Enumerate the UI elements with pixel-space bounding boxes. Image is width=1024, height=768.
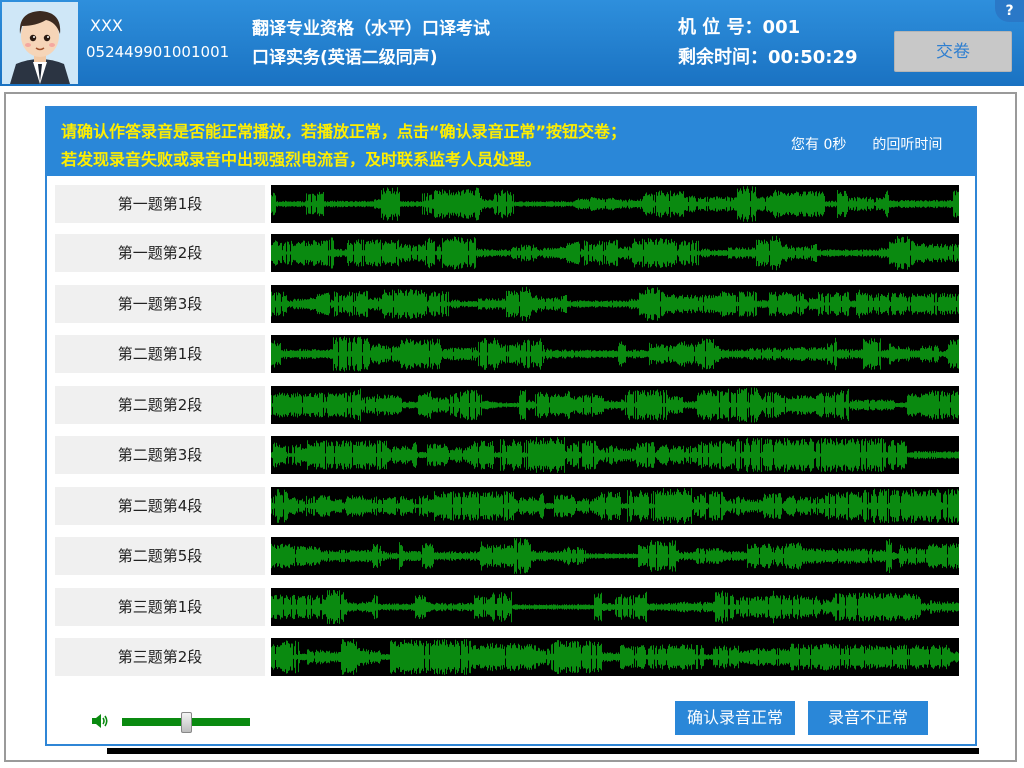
segment-label: 第三题第1段 [55,588,265,626]
segment-waveform[interactable] [271,386,959,424]
waveform-shape [271,639,959,675]
segment-label: 第二题第4段 [55,487,265,525]
notice-line-1: 请确认作答录音是否能正常播放，若播放正常，点击“确认录音正常”按钮交卷； [61,122,627,141]
header-bar: XXX 052449901001001 翻译专业资格（水平）口译考试 口译实务(… [0,0,1024,86]
segment-row: 第一题第2段 [55,234,959,272]
segment-label: 第一题第1段 [55,185,265,223]
segment-row: 第一题第1段 [55,185,959,223]
seat-value: 001 [762,17,801,38]
replay-time-info: 您有 0秒 的回听时间 [791,134,942,154]
recording-abnormal-button[interactable]: 录音不正常 [808,701,928,735]
waveform-shape [271,286,959,322]
confirm-recording-ok-button[interactable]: 确认录音正常 [675,701,795,735]
time-value: 00:50:29 [768,47,858,68]
waveform-shape [271,488,959,524]
replay-prefix: 您有 [791,137,819,153]
segment-waveform[interactable] [271,234,959,272]
notice-bar: 请确认作答录音是否能正常播放，若播放正常，点击“确认录音正常”按钮交卷； 若发现… [47,108,975,176]
waveform-shape [271,336,959,372]
segment-waveform[interactable] [271,335,959,373]
candidate-id: 052449901001001 [86,43,230,61]
segment-waveform[interactable] [271,436,959,474]
segment-label: 第一题第3段 [55,285,265,323]
segment-row: 第二题第3段 [55,436,959,474]
waveform-shape [271,538,959,574]
waveform-shape [271,235,959,271]
segment-waveform[interactable] [271,185,959,223]
help-button[interactable]: ? [995,0,1024,22]
app-window: XXX 052449901001001 翻译专业资格（水平）口译考试 口译实务(… [0,0,1024,768]
volume-slider-thumb[interactable] [180,712,192,733]
segment-label: 第二题第5段 [55,537,265,575]
segment-label: 第三题第2段 [55,638,265,676]
segment-label: 第二题第2段 [55,386,265,424]
bottom-scrollbar[interactable] [107,748,979,754]
segment-label: 第一题第2段 [55,234,265,272]
replay-value: 0秒 [823,137,847,153]
segment-row: 第一题第3段 [55,285,959,323]
segment-label: 第二题第3段 [55,436,265,474]
segment-row: 第二题第5段 [55,537,959,575]
segment-row: 第三题第2段 [55,638,959,676]
segment-row: 第二题第1段 [55,335,959,373]
waveform-shape [271,437,959,473]
waveform-shape [271,387,959,423]
segment-waveform[interactable] [271,487,959,525]
volume-icon[interactable] [90,712,110,730]
segment-row: 第三题第1段 [55,588,959,626]
exam-title: 翻译专业资格（水平）口译考试 [252,19,490,39]
segment-waveform[interactable] [271,537,959,575]
replay-suffix: 的回听时间 [872,137,943,153]
notice-line-2: 若发现录音失败或录音中出现强烈电流音，及时联系监考人员处理。 [61,150,542,169]
segment-waveform[interactable] [271,588,959,626]
segment-waveform[interactable] [271,638,959,676]
remaining-time: 剩余时间：00:50:29 [678,43,858,69]
segment-row: 第二题第2段 [55,386,959,424]
candidate-name: XXX [90,16,123,35]
segment-label: 第二题第1段 [55,335,265,373]
submit-exam-button[interactable]: 交卷 [894,31,1012,72]
segment-waveform[interactable] [271,285,959,323]
seat-label: 机 位 号： [678,17,763,38]
seat-number: 机 位 号：001 [678,13,800,39]
waveform-shape [271,590,959,624]
avatar [2,2,78,84]
waveform-shape [271,186,959,222]
segment-row: 第二题第4段 [55,487,959,525]
time-label: 剩余时间： [678,47,768,68]
exam-subtitle: 口译实务(英语二级同声) [252,48,438,68]
